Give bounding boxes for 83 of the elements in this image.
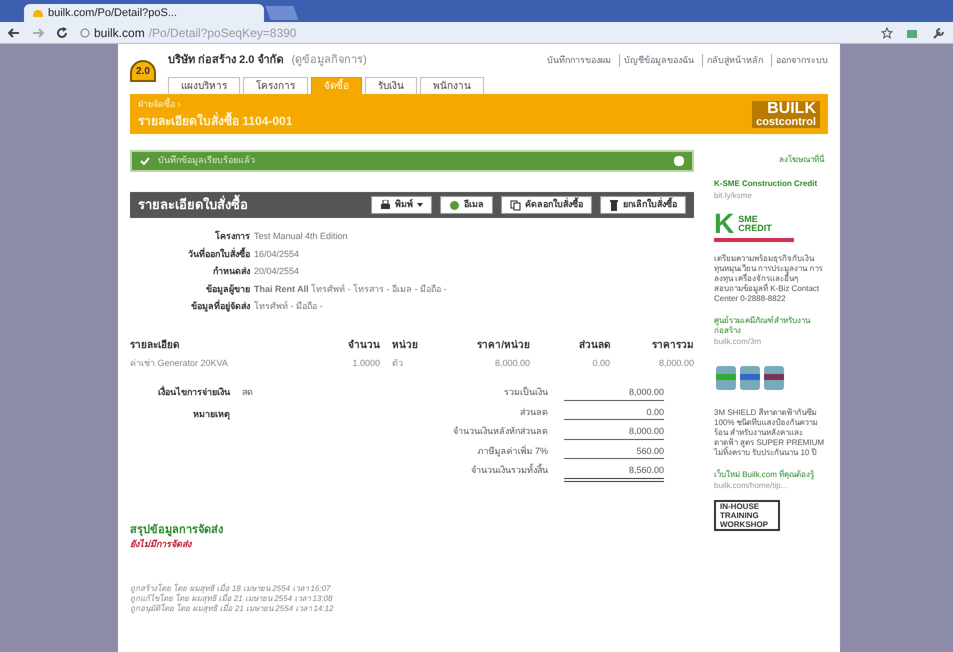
company-info-link[interactable]: (ดูข้อมูลกิจการ): [291, 52, 367, 68]
reload-icon[interactable]: [56, 26, 68, 38]
column-header: รายละเอียด: [130, 338, 180, 352]
table-cell-text: 1.0000: [351, 356, 380, 370]
total-label: ภาษีมูลค่าเพิ่ม 7%: [476, 444, 548, 458]
total-value: 560.00: [564, 444, 664, 459]
column-header: ราคารวม: [651, 338, 694, 352]
term-label: หมายเหตุ: [192, 408, 230, 421]
field-label: วันที่ออกใบสั่งซื้อ: [187, 248, 250, 260]
ad-title-link[interactable]: ศูนย์รวมเคมีภัณฑ์สำหรับงานก่อสร้าง: [714, 316, 824, 336]
copy-icon: [510, 200, 521, 210]
table-cell-text: ค่าเช่า Generator 20KVA: [130, 356, 229, 370]
ad-title-link[interactable]: K-SME Construction Credit: [714, 178, 824, 190]
printer-icon: [380, 200, 391, 210]
top-link[interactable]: กลับสู่หน้าหลัก: [702, 54, 763, 67]
total-label: จำนวนเงินรวมทั้งสิ้น: [470, 464, 548, 477]
top-link[interactable]: บัญชีข้อมูลของฉัน: [619, 54, 694, 67]
nav-tab[interactable]: รับเงิน: [365, 76, 417, 96]
history-entry: ถูกแก้ไขโดย โดย ผมสุทธิ เมื่อ 21 เมษายน 2554 เวลา 13:08: [130, 594, 334, 604]
brand-tagline: costcontrol: [756, 116, 816, 128]
star-icon[interactable]: [881, 26, 893, 38]
nav-tab[interactable]: โครงการ: [243, 76, 308, 96]
browser-tab[interactable]: builk.com/Po/Detail?poS...: [24, 4, 264, 22]
nav-tab[interactable]: แผงบริหาร: [168, 76, 240, 96]
brand-logo: BUILK: [767, 100, 816, 116]
column-header: จำนวน: [347, 338, 380, 352]
history-entry: ถูกอนุมัติโดย โดย ผมสุทธิ เมื่อ 21 เมษายน 2554 เวลา 14:12: [130, 604, 334, 614]
check-icon: [140, 157, 150, 165]
field-value: Thai Rent All โทรศัพท์ - โทรสาร - อีเมล - มือถือ -: [254, 282, 448, 296]
logo-badge: 2.0: [130, 60, 156, 82]
panel-header: รายละเอียดใบสั่งซื้อ พิมพ์ อีเมล คัดลอกใบสั่งซื้อ ยกเลิกใบสั่งซื้อ: [130, 192, 694, 218]
column-header: ราคา/หน่วย: [476, 338, 530, 352]
back-icon[interactable]: [8, 28, 20, 38]
ad-text: 3M SHIELD สีทาดาดฟ้ากันซึม 100% ชนิดทึบแสงป้องกันความร้อน สำหรับงานหลังคาและดาดฟ้า สูตร SUPER PREMIUM ไม่ทิ้งคราบ รับประกันนาน 10 ปี: [714, 408, 824, 458]
company-name: บริษัท ก่อสร้าง 2.0 จำกัด: [168, 52, 284, 68]
total-label: รวมเป็นเงิน: [503, 386, 548, 399]
paint-buckets-drawing: [714, 364, 786, 392]
field-value: Test Manual 4th Edition: [254, 230, 349, 243]
table-cell-text: 0.00: [591, 356, 610, 370]
total-value: 8,000.00: [564, 425, 664, 440]
page-icon: [80, 28, 90, 38]
success-alert: บันทึกข้อมูลเรียบร้อยแล้ว: [130, 150, 694, 172]
table-cell-text: 8,000.00: [494, 356, 530, 370]
field-label: กำหนดส่ง: [212, 265, 250, 278]
trash-icon: [609, 200, 619, 210]
column-header: หน่วย: [391, 338, 419, 352]
email-button[interactable]: อีเมล: [440, 196, 493, 214]
delete-button[interactable]: ยกเลิกใบสั่งซื้อ: [600, 196, 686, 214]
hard-hat-icon: [32, 8, 44, 18]
field-value: 20/04/2554: [254, 265, 300, 278]
total-value: 0.00: [564, 406, 664, 420]
field-value: 16/04/2554: [254, 248, 300, 260]
ad-text: เตรียมความพร้อมธุรกิจกับเงินทุนหมุนเวียน การประมูลงาน การลงทุน เครื่องจักรและอื่นๆ สอบถามข้อมูลที่ K-Biz Contact Center 0-2888-8822: [714, 254, 824, 304]
copy-button[interactable]: คัดลอกใบสั่งซื้อ: [501, 196, 592, 214]
field-label: ข้อมูลที่อยู่จัดส่ง: [190, 300, 250, 314]
advertise-link[interactable]: ลงโฆษณาที่นี่: [714, 154, 824, 166]
table-cell-text: 8,000.00: [658, 356, 694, 370]
training-logo: IN-HOUSE TRAINING WORKSHOP: [714, 500, 780, 531]
page-title: รายละเอียดใบสั่งซื้อ 1104-001: [138, 112, 294, 130]
nav-tab[interactable]: พนักงาน: [420, 76, 484, 96]
total-value: 8,560.00: [564, 464, 664, 482]
delivery-title: สรุปข้อมูลการจัดส่ง: [130, 522, 224, 538]
caret-icon: [417, 203, 423, 207]
ad-title-link[interactable]: เว็บใหม่ Builk.com ที่คุณต้องรู้: [714, 470, 824, 480]
field-label: ข้อมูลผู้ขาย: [205, 282, 250, 296]
field-label: โครงการ: [214, 230, 250, 243]
column-header: ส่วนลด: [578, 338, 610, 352]
ad-url: builk.com/3m: [714, 336, 762, 348]
print-button[interactable]: พิมพ์: [371, 196, 432, 214]
delivery-status: ยังไม่มีการจัดส่ง: [130, 538, 193, 551]
ad-url: bit.ly/ksme: [714, 190, 753, 202]
term-value: สด: [242, 386, 253, 399]
history-entry: ถูกสร้างโดย โดย ผมสุทธิ เมื่อ 18 เมษายน 2554 เวลา 16:07: [130, 584, 332, 594]
table-cell-text: ตัว: [391, 356, 404, 370]
total-value: 8,000.00: [564, 386, 664, 400]
term-label: เงื่อนไขการจ่ายเงิน: [157, 386, 230, 399]
total-label: ส่วนลด: [519, 406, 548, 418]
total-label: จำนวนเงินหลังหักส่วนลด: [453, 425, 548, 438]
field-value: โทรศัพท์ - มือถือ -: [254, 300, 324, 313]
top-link[interactable]: ออกจากระบบ: [771, 54, 828, 67]
wrench-icon[interactable]: [931, 26, 945, 40]
top-link[interactable]: บันทึกการของผม: [547, 54, 611, 67]
ad-url: builk.com/home/tip...: [714, 480, 788, 492]
